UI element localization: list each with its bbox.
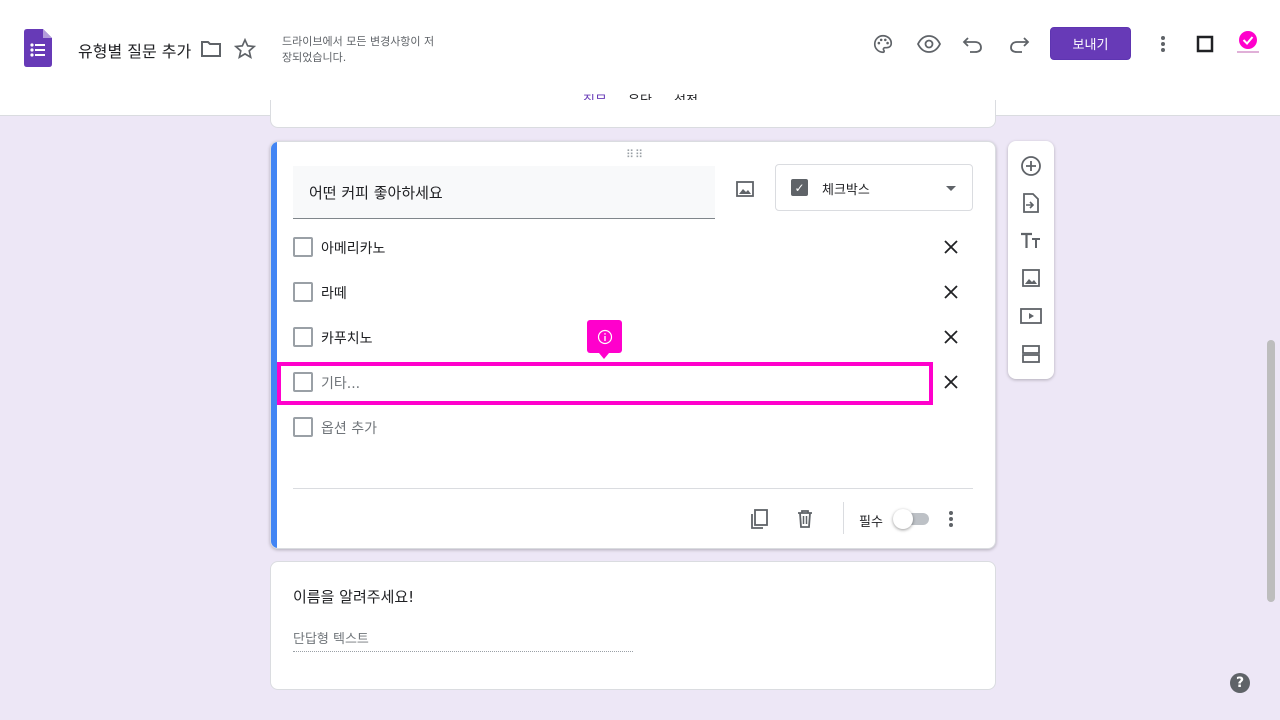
- checkbox-icon: [293, 417, 313, 437]
- previous-question-card[interactable]: [270, 100, 996, 128]
- forms-logo-icon[interactable]: [24, 29, 52, 67]
- import-questions-icon[interactable]: [1019, 191, 1043, 215]
- add-image-icon[interactable]: [733, 177, 757, 201]
- required-toggle[interactable]: [893, 509, 929, 529]
- name-question-card[interactable]: 이름을 알려주세요! 단답형 텍스트: [270, 561, 996, 690]
- option-label[interactable]: 라떼: [321, 283, 347, 303]
- remove-option-icon[interactable]: [940, 371, 962, 393]
- drag-handle-icon[interactable]: ⠿⠿: [626, 148, 644, 161]
- footer-divider: [293, 488, 973, 489]
- remove-option-icon[interactable]: [940, 281, 962, 303]
- delete-icon[interactable]: [793, 507, 817, 531]
- remove-option-icon[interactable]: [940, 326, 962, 348]
- add-option-label[interactable]: 옵션 추가: [321, 418, 377, 438]
- square-icon[interactable]: [1193, 32, 1217, 56]
- checkbox-icon: [293, 327, 313, 347]
- highlight-box: [277, 362, 933, 405]
- info-tooltip: [587, 320, 622, 359]
- active-card-indicator: [271, 142, 277, 548]
- option-label[interactable]: 카푸치노: [321, 328, 373, 348]
- add-option-row[interactable]: 옵션 추가: [293, 412, 933, 442]
- add-image-icon[interactable]: [1019, 266, 1043, 290]
- help-icon[interactable]: ?: [1230, 673, 1250, 693]
- question-type-label: 체크박스: [822, 183, 870, 198]
- folder-icon[interactable]: [199, 37, 223, 61]
- option-row[interactable]: 라떼: [293, 277, 933, 307]
- checkbox-icon: [293, 282, 313, 302]
- remove-option-icon[interactable]: [940, 236, 962, 258]
- short-answer-placeholder: 단답형 텍스트: [293, 632, 369, 647]
- undo-icon[interactable]: [961, 32, 985, 56]
- add-question-icon[interactable]: [1019, 154, 1043, 178]
- add-section-icon[interactable]: [1019, 342, 1043, 366]
- more-vert-icon[interactable]: [1151, 32, 1175, 56]
- required-label: 필수: [859, 515, 883, 530]
- redo-icon[interactable]: [1007, 32, 1031, 56]
- save-status: 드라이브에서 모든 변경사항이 저장되었습니다.: [282, 35, 435, 64]
- form-title[interactable]: 유형별 질문 추가: [78, 38, 191, 62]
- question-title-input[interactable]: 어떤 커피 좋아하세요: [293, 166, 715, 219]
- footer-separator: [843, 502, 844, 534]
- question-title[interactable]: 이름을 알려주세요!: [293, 586, 414, 607]
- answer-underline: [293, 651, 633, 652]
- question-card[interactable]: ⠿⠿ 어떤 커피 좋아하세요 ✓ 체크박스 아메리카노 라떼 카푸치노 기타..…: [270, 141, 996, 549]
- scrollbar[interactable]: [1267, 340, 1275, 602]
- checkbox-type-icon: ✓: [791, 179, 808, 196]
- chevron-down-icon: [946, 186, 956, 191]
- more-options-icon[interactable]: [939, 507, 963, 531]
- question-type-dropdown[interactable]: ✓ 체크박스: [775, 164, 973, 211]
- star-icon[interactable]: [233, 37, 257, 61]
- duplicate-icon[interactable]: [747, 507, 771, 531]
- question-title-text: 어떤 커피 좋아하세요: [309, 184, 443, 202]
- floating-toolbar: [1008, 141, 1054, 379]
- checkbox-icon: [293, 237, 313, 257]
- info-icon: [597, 329, 612, 344]
- app-header: 유형별 질문 추가 드라이브에서 모든 변경사항이 저장되었습니다. 보내기 질…: [0, 0, 1280, 116]
- add-video-icon[interactable]: [1019, 304, 1043, 328]
- send-button[interactable]: 보내기: [1050, 27, 1131, 60]
- palette-icon[interactable]: [871, 32, 895, 56]
- option-row[interactable]: 아메리카노: [293, 232, 933, 262]
- avatar[interactable]: [1236, 30, 1260, 56]
- option-label[interactable]: 아메리카노: [321, 238, 385, 258]
- preview-eye-icon[interactable]: [917, 32, 941, 56]
- add-title-icon[interactable]: [1019, 229, 1043, 253]
